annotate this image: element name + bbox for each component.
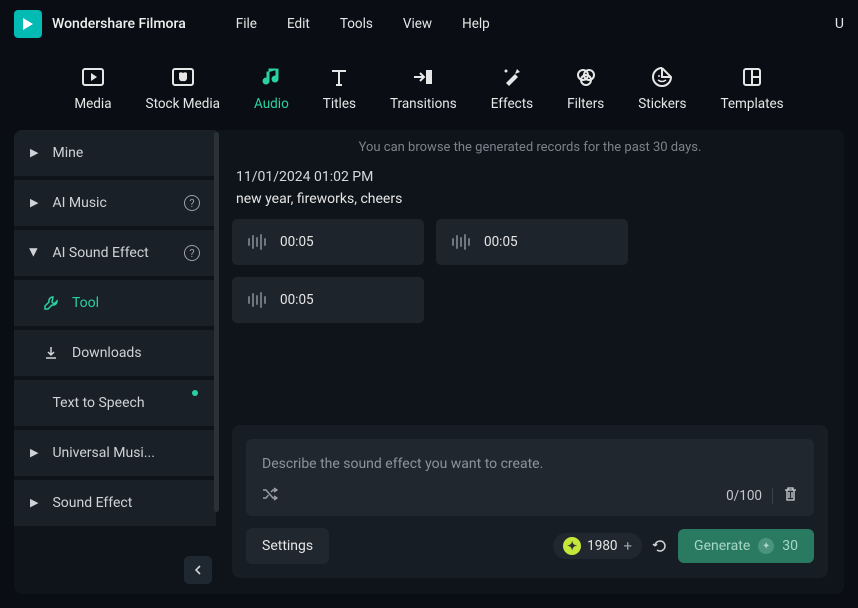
sidebar-item-ai-sound-effect[interactable]: ▶ AI Sound Effect ? [14, 230, 216, 276]
credits-chip[interactable]: ✦ 1980 + [553, 533, 642, 559]
trash-icon[interactable] [783, 486, 798, 506]
action-row: Settings ✦ 1980 + Generate ✦ 30 [246, 528, 814, 564]
audio-icon [260, 66, 282, 88]
prompt-input[interactable] [262, 456, 798, 472]
tool-icon [42, 294, 60, 312]
generate-button[interactable]: Generate ✦ 30 [678, 529, 814, 563]
menu-help[interactable]: Help [462, 16, 490, 32]
refresh-icon[interactable] [652, 538, 668, 554]
divider [772, 488, 773, 504]
waveform-icon [248, 234, 266, 250]
new-dot-icon [192, 390, 198, 396]
tab-templates[interactable]: Templates [720, 66, 783, 112]
app-title: Wondershare Filmora [52, 16, 186, 32]
menu-edit[interactable]: Edit [287, 16, 310, 32]
audio-clip[interactable]: 00:05 [436, 219, 628, 265]
tab-stickers[interactable]: Stickers [638, 66, 686, 112]
filters-icon [575, 66, 597, 88]
audio-clip[interactable]: 00:05 [232, 277, 424, 323]
media-icon [82, 66, 104, 88]
stickers-icon [651, 66, 673, 88]
hint-text: You can browse the generated records for… [232, 130, 828, 165]
sidebar-item-ai-music[interactable]: ▶ AI Music ? [14, 180, 216, 226]
chevron-down-icon: ▶ [28, 248, 41, 256]
titlebar: Wondershare Filmora File Edit Tools View… [0, 0, 858, 48]
chevron-right-icon: ▶ [30, 146, 38, 159]
sidebar-scrollbar[interactable] [214, 132, 219, 512]
menu-view[interactable]: View [403, 16, 432, 32]
info-icon[interactable]: ? [184, 245, 200, 261]
sidebar-sub-tool[interactable]: Tool [14, 280, 216, 326]
audio-clip[interactable]: 00:05 [232, 219, 424, 265]
tab-transitions[interactable]: Transitions [390, 66, 457, 112]
chevron-right-icon: ▶ [30, 196, 38, 209]
tab-titles[interactable]: Titles [323, 66, 356, 112]
sidebar-item-universal-music[interactable]: ▶ Universal Musi... [14, 430, 216, 476]
user-indicator[interactable]: U [835, 16, 844, 32]
app-logo [14, 10, 42, 38]
add-credits-icon: + [624, 537, 633, 555]
clip-list: 00:05 00:05 00:05 [232, 219, 828, 323]
menubar: File Edit Tools View Help [236, 16, 490, 32]
transitions-icon [412, 66, 434, 88]
tab-effects[interactable]: Effects [491, 66, 533, 112]
char-counter: 0/100 [726, 488, 762, 504]
coin-icon: ✦ [563, 537, 581, 555]
tab-media[interactable]: Media [74, 66, 111, 112]
generate-panel: 0/100 Settings ✦ 1980 + Generate [232, 425, 828, 578]
main-pane: You can browse the generated records for… [216, 130, 844, 594]
sidebar-item-text-to-speech[interactable]: ▶ Text to Speech [14, 380, 216, 426]
category-toolbar: Media Stock Media Audio Titles Transitio… [64, 48, 793, 130]
waveform-icon [248, 292, 266, 308]
sidebar-sub-downloads[interactable]: Downloads [14, 330, 216, 376]
record-timestamp: 11/01/2024 01:02 PM [236, 169, 828, 185]
prompt-box: 0/100 [246, 439, 814, 516]
tab-filters[interactable]: Filters [567, 66, 604, 112]
titles-icon [328, 66, 350, 88]
settings-button[interactable]: Settings [246, 528, 329, 564]
menu-file[interactable]: File [236, 16, 257, 32]
sidebar: ▶ Mine ▶ AI Music ? ▶ AI Sound Effect ? … [14, 130, 216, 594]
info-icon[interactable]: ? [184, 195, 200, 211]
sidebar-item-sound-effect[interactable]: ▶ Sound Effect [14, 480, 216, 526]
menu-tools[interactable]: Tools [340, 16, 373, 32]
download-icon [42, 344, 60, 362]
chevron-right-icon: ▶ [30, 446, 38, 459]
sidebar-collapse-button[interactable] [184, 556, 212, 584]
sidebar-item-mine[interactable]: ▶ Mine [14, 130, 216, 176]
chevron-right-icon: ▶ [30, 496, 38, 509]
effects-icon [501, 66, 523, 88]
waveform-icon [452, 234, 470, 250]
stock-media-icon [172, 66, 194, 88]
shuffle-icon[interactable] [262, 487, 278, 505]
templates-icon [741, 66, 763, 88]
tab-audio[interactable]: Audio [254, 66, 289, 112]
record-description: new year, fireworks, cheers [236, 191, 828, 207]
coin-icon: ✦ [758, 538, 774, 554]
tab-stock-media[interactable]: Stock Media [146, 66, 220, 112]
content-area: ▶ Mine ▶ AI Music ? ▶ AI Sound Effect ? … [14, 130, 844, 594]
